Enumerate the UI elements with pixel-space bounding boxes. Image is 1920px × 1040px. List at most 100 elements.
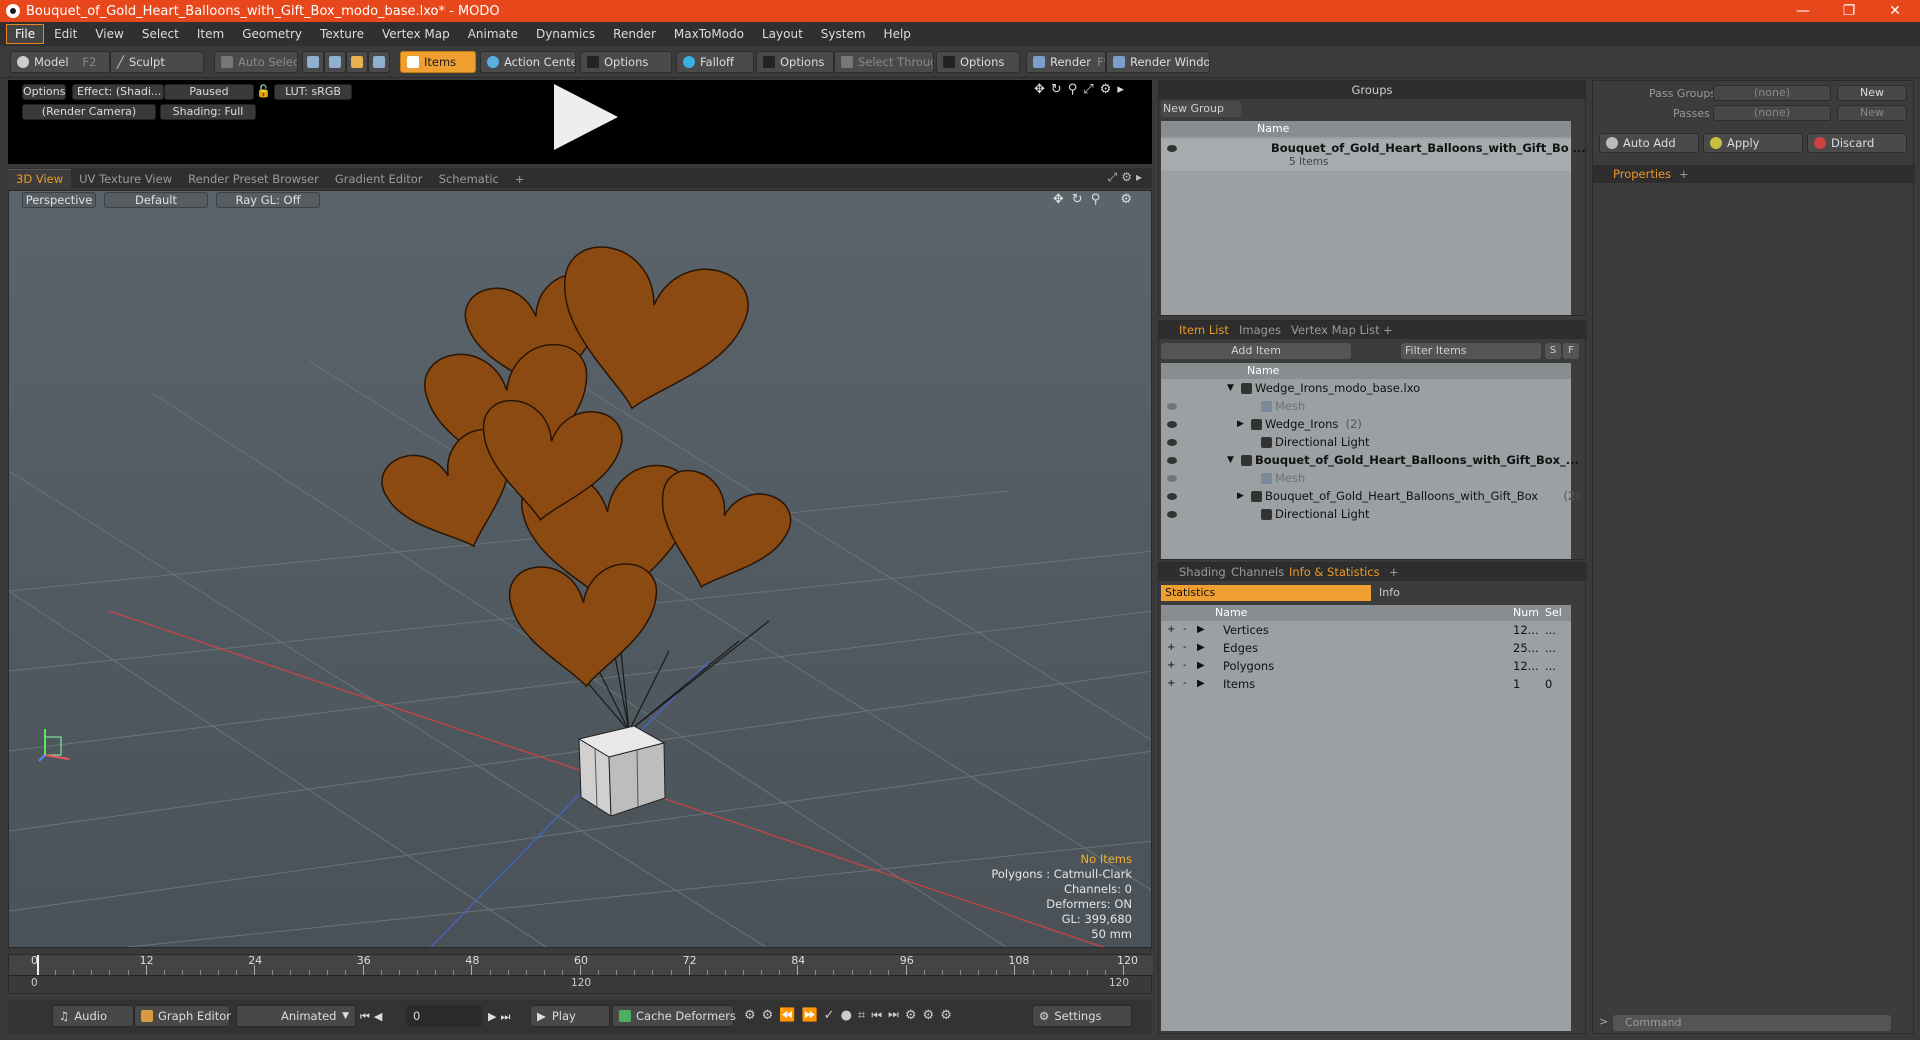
menu-edit[interactable]: Edit xyxy=(46,25,85,43)
filter-f-button[interactable]: F xyxy=(1563,343,1579,359)
audio-button[interactable]: ♫ Audio xyxy=(52,1005,134,1027)
chevron-right-icon[interactable]: ▶ xyxy=(1197,675,1205,693)
chevron-right-icon[interactable]: ▶ xyxy=(1237,415,1244,433)
falloff-options-button[interactable]: Options xyxy=(756,51,834,73)
info-tab[interactable]: Info xyxy=(1375,585,1575,601)
item-list-row[interactable]: ▼ Bouquet_of_Gold_Heart_Balloons_with_Gif… xyxy=(1161,451,1579,469)
raygl-dropdown[interactable]: Ray GL: Off xyxy=(216,192,320,208)
chevron-right-icon[interactable]: ▶ xyxy=(1197,639,1205,657)
preview-camera-dropdown[interactable]: (Render Camera) xyxy=(22,104,156,120)
action-center-options-button[interactable]: Options xyxy=(580,51,672,73)
menu-item[interactable]: Item xyxy=(189,25,232,43)
new-group-button[interactable]: New Group xyxy=(1161,101,1241,117)
tab-item-list[interactable]: Item List xyxy=(1173,321,1235,339)
cache-deformers-button[interactable]: Cache Deformers xyxy=(612,1005,736,1027)
menu-help[interactable]: Help xyxy=(876,25,919,43)
tab-shading[interactable]: Shading xyxy=(1173,563,1232,581)
model-mode-button[interactable]: Model F2 xyxy=(10,51,110,73)
menu-select[interactable]: Select xyxy=(134,25,187,43)
sculpt-mode-button[interactable]: ╱ Sculpt xyxy=(110,51,204,73)
edges-mode-button[interactable] xyxy=(324,51,346,73)
pass-groups-dropdown[interactable]: (none) xyxy=(1713,85,1831,101)
timeline[interactable]: 0 12 24 36 48 60 72 84 96 108 120 0 120 120 xyxy=(8,954,1153,994)
tab-channels[interactable]: Channels xyxy=(1225,563,1290,581)
visibility-eye-icon[interactable] xyxy=(1167,475,1177,482)
render-window-button[interactable]: Render Window xyxy=(1106,51,1210,73)
tab-properties[interactable]: Properties xyxy=(1607,165,1677,183)
expand-plus-icon[interactable]: + xyxy=(1167,675,1175,693)
play-preview-icon[interactable] xyxy=(554,84,618,150)
tab-3d-view[interactable]: 3D View xyxy=(8,169,72,188)
chevron-right-icon[interactable]: ▶ xyxy=(1197,621,1205,639)
restore-button[interactable]: ❐ xyxy=(1826,0,1872,22)
visibility-eye-icon[interactable] xyxy=(1167,145,1177,152)
chevron-right-icon[interactable]: ▶ xyxy=(1197,657,1205,675)
item-list-row[interactable]: Directional Light xyxy=(1161,505,1571,523)
frame-back-icons[interactable]: ⏮◀ xyxy=(360,1010,386,1024)
statistics-tab[interactable]: Statistics xyxy=(1161,585,1371,601)
preview-effect-dropdown[interactable]: Effect: (Shadi... xyxy=(72,84,164,100)
select-through-options-button[interactable]: Options xyxy=(936,51,1020,73)
visibility-eye-icon[interactable] xyxy=(1167,457,1177,464)
item-list-row[interactable]: ▶ Wedge_Irons (2) xyxy=(1161,415,1571,433)
add-tab-button[interactable]: + xyxy=(1377,321,1399,339)
falloff-button[interactable]: Falloff xyxy=(676,51,754,73)
visibility-eye-icon[interactable] xyxy=(1167,403,1177,410)
view-tab-tools-icons[interactable]: ⤢⚙▸ xyxy=(1108,170,1146,185)
chevron-down-icon[interactable]: ▼ xyxy=(1227,451,1234,469)
frame-input[interactable]: 0 xyxy=(406,1005,482,1027)
minimize-button[interactable]: — xyxy=(1780,0,1826,22)
tab-render-preset-browser[interactable]: Render Preset Browser xyxy=(180,170,327,188)
item-list-row[interactable]: Mesh xyxy=(1161,469,1571,487)
statistics-row[interactable]: + - ▶ Edges 25...... xyxy=(1161,639,1571,657)
graph-editor-button[interactable]: Graph Editor xyxy=(134,1005,231,1027)
statistics-row[interactable]: + - ▶ Vertices 12...... xyxy=(1161,621,1571,639)
visibility-eye-icon[interactable] xyxy=(1167,421,1177,428)
lock-icon[interactable]: 🔓 xyxy=(256,84,271,98)
menu-system[interactable]: System xyxy=(813,25,874,43)
visibility-eye-icon[interactable] xyxy=(1167,493,1177,500)
chevron-down-icon[interactable]: ▼ xyxy=(1227,379,1234,397)
tab-schematic[interactable]: Schematic xyxy=(431,170,507,188)
animated-dropdown[interactable]: Animated ▼ xyxy=(236,1005,356,1027)
item-list-row[interactable]: ▼ Wedge_Irons_modo_base.lxo xyxy=(1161,379,1571,397)
item-list-row[interactable]: Mesh xyxy=(1161,397,1571,415)
chevron-right-icon[interactable]: ▶ xyxy=(1237,487,1244,505)
filter-s-button[interactable]: S xyxy=(1545,343,1561,359)
preview-shading-dropdown[interactable]: Shading: Full xyxy=(160,104,256,120)
visibility-eye-icon[interactable] xyxy=(1167,439,1177,446)
preview-paused-button[interactable]: Paused xyxy=(164,84,254,100)
3d-viewport[interactable] xyxy=(8,190,1152,948)
tab-uv-texture-view[interactable]: UV Texture View xyxy=(71,170,180,188)
render-button[interactable]: Render F9 xyxy=(1026,51,1106,73)
apply-button[interactable]: Apply xyxy=(1703,133,1803,153)
add-item-dropdown[interactable]: Add Item xyxy=(1161,343,1351,359)
polygons-mode-button[interactable] xyxy=(346,51,368,73)
menu-layout[interactable]: Layout xyxy=(754,25,811,43)
statistics-row[interactable]: + - ▶ Polygons 12...... xyxy=(1161,657,1571,675)
auto-add-button[interactable]: Auto Add xyxy=(1599,133,1699,153)
close-button[interactable]: ✕ xyxy=(1872,0,1918,22)
new-pass-button[interactable]: New xyxy=(1837,105,1907,121)
tab-gradient-editor[interactable]: Gradient Editor xyxy=(327,170,431,188)
discard-button[interactable]: Discard xyxy=(1807,133,1907,153)
keyframe-tool-icons[interactable]: ⚙⚙⏪⏩✓●⌗⏮⏭⚙⚙⚙ xyxy=(744,1008,958,1023)
collapse-minus-icon[interactable]: - xyxy=(1183,621,1187,639)
group-item-row[interactable]: Bouquet_of_Gold_Heart_Balloons_with_Gift… xyxy=(1161,139,1586,171)
menu-file[interactable]: File xyxy=(6,24,45,44)
preview-nav-icons[interactable]: ✥↻⚲⤢⚙▸ xyxy=(1034,82,1130,97)
collapse-minus-icon[interactable]: - xyxy=(1183,639,1187,657)
expand-plus-icon[interactable]: + xyxy=(1167,621,1175,639)
menu-texture[interactable]: Texture xyxy=(312,25,372,43)
expand-plus-icon[interactable]: + xyxy=(1167,639,1175,657)
tab-info-statistics[interactable]: Info & Statistics xyxy=(1283,563,1386,581)
default-dropdown[interactable]: Default xyxy=(104,192,208,208)
passes-dropdown[interactable]: (none) xyxy=(1713,105,1831,121)
items-mode-button[interactable]: Items xyxy=(400,51,476,73)
perspective-dropdown[interactable]: Perspective xyxy=(22,192,96,208)
new-pass-group-button[interactable]: New xyxy=(1837,85,1907,101)
add-tab-button[interactable]: + xyxy=(1383,563,1405,581)
filter-items-input[interactable]: Filter Items xyxy=(1401,343,1541,359)
timeline-playhead[interactable] xyxy=(37,955,39,975)
menu-dynamics[interactable]: Dynamics xyxy=(528,25,603,43)
